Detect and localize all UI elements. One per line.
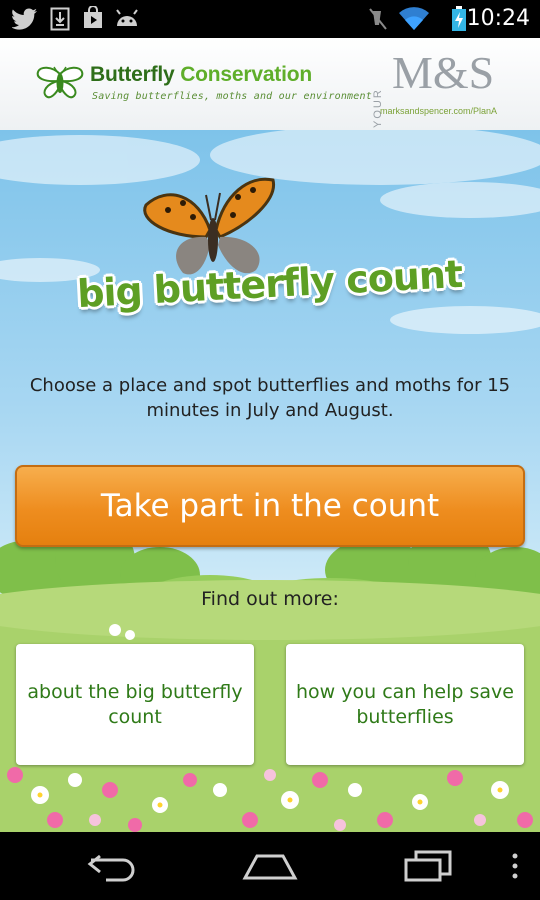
take-part-button[interactable]: Take part in the count xyxy=(15,465,525,547)
app-title: big butterfly count xyxy=(0,252,540,316)
about-count-button[interactable]: about the big butterfly count xyxy=(16,644,254,765)
bc-name-second: Conservation xyxy=(180,63,312,86)
bc-name-first: Butterfly xyxy=(90,63,175,86)
butterfly-conservation-logo-icon xyxy=(36,66,84,99)
android-icon xyxy=(116,9,138,26)
download-icon xyxy=(50,7,70,31)
overflow-menu-icon[interactable] xyxy=(510,852,520,882)
find-out-more-label: Find out more: xyxy=(201,588,339,610)
butterfly-conservation-title: Butterfly Conservation xyxy=(90,63,312,87)
battery-charging-icon xyxy=(452,6,466,31)
back-icon[interactable] xyxy=(86,852,138,882)
navigation-bar xyxy=(0,832,540,900)
ms-plan-a-url: marksandspencer.com/PlanA xyxy=(380,106,498,116)
ms-logo: M&S xyxy=(392,47,495,98)
help-save-label: how you can help save butterflies xyxy=(296,680,514,728)
main-scene: big butterfly count Choose a place and s… xyxy=(0,130,540,832)
mute-icon xyxy=(369,8,387,30)
play-store-icon xyxy=(84,6,102,28)
status-clock: 10:24 xyxy=(466,6,530,31)
recent-apps-icon[interactable] xyxy=(402,849,454,883)
home-icon[interactable] xyxy=(242,852,298,882)
twitter-icon xyxy=(12,8,37,30)
about-count-label: about the big butterfly count xyxy=(27,680,243,728)
help-save-butterflies-button[interactable]: how you can help save butterflies xyxy=(286,644,524,765)
butterfly-conservation-tagline: Saving butterflies, moths and our enviro… xyxy=(92,91,372,102)
intro-text: Choose a place and spot butterflies and … xyxy=(29,375,511,421)
header-banner: Butterfly Conservation Saving butterflie… xyxy=(0,38,540,130)
wifi-icon xyxy=(399,7,429,31)
status-bar: 10:24 xyxy=(0,0,540,38)
